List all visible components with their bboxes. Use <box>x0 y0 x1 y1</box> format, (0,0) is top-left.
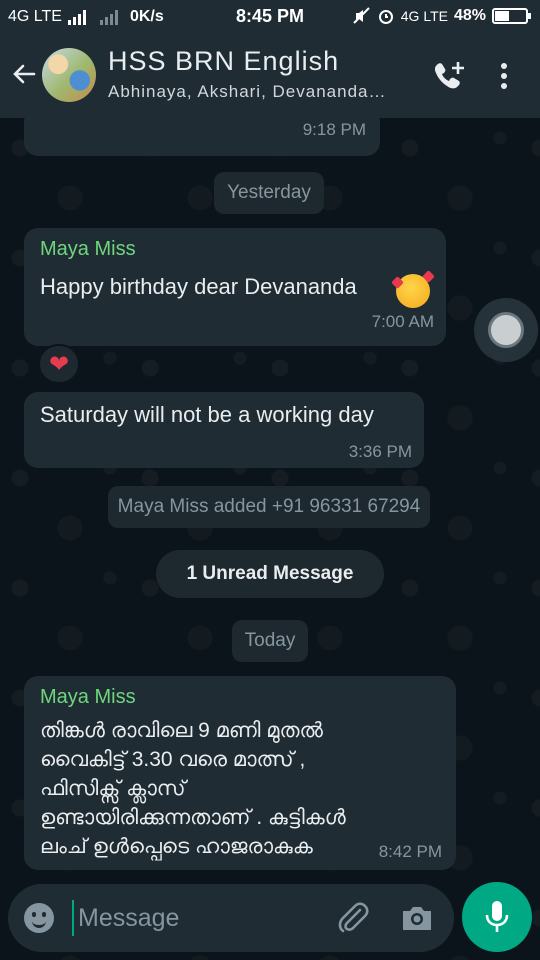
battery-percent: 48% <box>453 7 486 24</box>
mute-icon <box>353 7 370 24</box>
chat-area[interactable]: 9:18 PM Yesterday Maya Miss Happy birthd… <box>0 108 540 960</box>
more-options-icon[interactable] <box>496 60 512 92</box>
network-label-left: 4G LTE <box>8 8 62 25</box>
forward-media-button[interactable] <box>474 298 538 362</box>
text-cursor <box>72 900 74 936</box>
message-line: ഉണ്ടായിരിക്കുന്നതാണ് . കുട്ടികൾ <box>40 806 346 829</box>
message-line: ഫിസിക്സ് ക്ലാസ് <box>40 777 186 800</box>
message-line: ലംച് ഉൾപ്പെടെ ഹാജരാകുക <box>40 835 313 858</box>
battery-icon <box>492 8 531 24</box>
message-sender[interactable]: Maya Miss <box>40 238 136 261</box>
group-title[interactable]: HSS BRN English <box>108 46 339 77</box>
message-composer[interactable] <box>8 884 454 952</box>
message-time: 3:36 PM <box>348 442 412 461</box>
alarm-icon <box>378 10 393 24</box>
signal-secondary-icon <box>99 9 118 25</box>
group-members[interactable]: Abhinaya, Akshari, Devananda… <box>108 82 408 102</box>
status-time: 8:45 PM <box>236 6 305 26</box>
mic-icon[interactable] <box>482 899 512 935</box>
network-label-right: 4G LTE <box>400 8 448 24</box>
status-bar: 4G LTE 0K/s 8:45 PM 4G LTE 48% <box>0 0 540 34</box>
add-call-icon[interactable] <box>432 60 466 92</box>
message-text: Saturday will not be a working day <box>40 402 374 427</box>
message-text: Happy birthday dear Devananda <box>40 274 357 299</box>
emoji-icon[interactable] <box>24 903 54 933</box>
mic-button[interactable] <box>462 882 532 952</box>
message-bubble-malayalam[interactable]: Maya Miss തിങ്കൾ രാവിലെ 9 മണി മുതൽ വൈകിട… <box>24 676 456 870</box>
message-time: 7:00 AM <box>371 312 434 331</box>
message-text: തിങ്കൾ രാവിലെ 9 മണി മുതൽ വൈകിട്ട് 3.30 വ… <box>40 716 380 861</box>
message-input[interactable] <box>78 898 318 938</box>
message-bubble-birthday[interactable]: Maya Miss Happy birthday dear Devananda … <box>24 228 446 346</box>
chat-header[interactable]: HSS BRN English Abhinaya, Akshari, Devan… <box>0 34 540 118</box>
smiling-face-with-hearts-icon <box>396 274 430 308</box>
message-line: വൈകിട്ട് 3.30 വരെ മാത്സ് , <box>40 748 306 771</box>
unread-messages-banner: 1 Unread Message <box>156 550 384 598</box>
back-arrow-icon[interactable] <box>10 60 38 88</box>
status-left: 4G LTE 0K/s <box>8 8 164 26</box>
message-sender[interactable]: Maya Miss <box>40 686 136 709</box>
message-time: 9:18 PM <box>302 120 366 139</box>
message-line: തിങ്കൾ രാവിലെ 9 മണി മുതൽ <box>40 719 323 742</box>
message-bubble-previous[interactable]: 9:18 PM <box>24 108 380 156</box>
heart-reaction-icon[interactable]: ❤ <box>38 344 80 384</box>
message-time: 8:42 PM <box>378 842 442 861</box>
status-right: 4G LTE 48% <box>353 7 531 25</box>
signal-icon <box>67 9 86 25</box>
camera-icon[interactable] <box>400 902 434 934</box>
message-bubble-saturday[interactable]: Saturday will not be a working day 3:36 … <box>24 392 424 468</box>
date-divider-yesterday: Yesterday <box>214 172 324 214</box>
system-message-added: Maya Miss added +91 96331 67294 <box>108 486 430 528</box>
attach-icon[interactable] <box>336 900 370 936</box>
battery-fill <box>495 11 510 21</box>
date-divider-today: Today <box>232 620 308 662</box>
data-speed: 0K/s <box>129 8 164 25</box>
group-avatar[interactable] <box>42 48 96 102</box>
